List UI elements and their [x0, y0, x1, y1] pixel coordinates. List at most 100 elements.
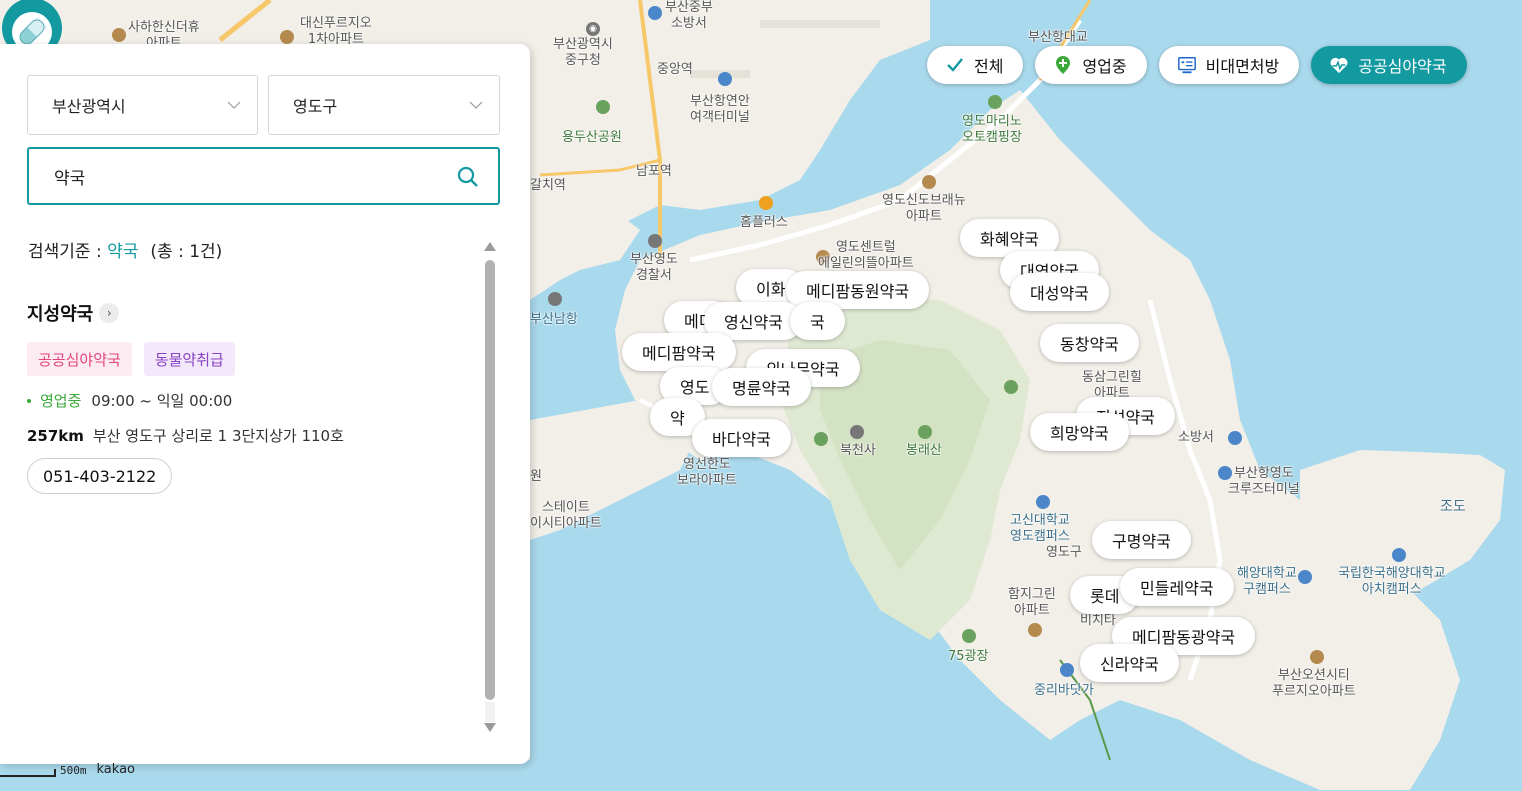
map-place-label: 국립한국해양대학교 아치캠퍼스	[1338, 566, 1446, 597]
scale-bar	[0, 769, 56, 777]
pharmacy-marker[interactable]: 구명약국	[1092, 521, 1191, 559]
scrollbar[interactable]	[483, 240, 497, 732]
map-place-label: 영도마리노 오토캠핑장	[962, 114, 1022, 145]
map-place-label: 소방서	[1178, 430, 1214, 445]
mountain-icon	[918, 425, 932, 439]
map-place-label: 영도센트럴 에일린의뜰아파트	[818, 240, 914, 271]
heart-pulse-icon	[1329, 55, 1349, 75]
map-place-label: 중리바닷가	[1034, 683, 1094, 698]
map-place-label: 부산항영도 크루즈터미널	[1228, 466, 1300, 497]
result-title[interactable]: 지성약국 ›	[27, 300, 467, 326]
scroll-track[interactable]	[485, 702, 495, 722]
map-place-label: 영선한도 보라아파트	[677, 457, 737, 488]
beach-icon	[1060, 663, 1074, 677]
status-badge: 영업중	[40, 392, 82, 410]
scroll-up-icon[interactable]	[484, 242, 496, 251]
map-place-label: 부산항대교	[1028, 30, 1088, 45]
pharmacy-marker[interactable]: 신라약국	[1080, 644, 1179, 682]
kakao-logo: kakao	[96, 762, 136, 777]
map-place-label: 부산남항	[530, 312, 578, 327]
search-criteria: 검색기준 : 약국 (총 : 1건)	[28, 237, 222, 262]
map-place-label: 부산영도 경찰서	[630, 252, 678, 283]
chevron-right-icon[interactable]: ›	[99, 303, 120, 323]
tag-night-pharmacy: 공공심야약국	[27, 342, 132, 376]
university-icon	[1392, 548, 1406, 562]
search-input[interactable]	[54, 166, 434, 186]
map-place-label: 부산오션시티 푸르지오아파트	[1272, 668, 1356, 699]
search-panel: 부산광역시 영도구 검색기준 : 약국 (총 : 1건) 지성약국 › 공공심야약…	[0, 44, 530, 764]
open-plus-icon	[1053, 55, 1073, 75]
harbor-icon	[548, 292, 562, 306]
map-place-label: 홈플러스	[740, 215, 788, 230]
map-place-label: 원	[530, 469, 542, 484]
criteria-prefix: 검색기준 :	[28, 242, 108, 262]
result-tags: 공공심야약국 동물약취급	[27, 342, 467, 376]
chevron-down-icon	[227, 101, 241, 109]
filter-all-button[interactable]: 전체	[927, 46, 1024, 84]
park-icon	[962, 629, 976, 643]
scroll-down-icon[interactable]	[484, 723, 496, 732]
map-place-label: 조도	[1440, 499, 1466, 515]
region-value: 부산광역시	[52, 97, 126, 116]
search-box	[27, 147, 500, 205]
region-select[interactable]: 부산광역시	[27, 75, 258, 135]
pharmacy-marker[interactable]: 대성약국	[1010, 273, 1109, 311]
map-place-label: 중앙역	[657, 62, 693, 77]
apartment-icon	[922, 175, 936, 189]
filter-label: 공공심야약국	[1358, 57, 1447, 76]
pharmacy-marker[interactable]: 동창약국	[1040, 324, 1139, 362]
map-scale: 500m kakao	[0, 762, 135, 777]
check-icon	[945, 55, 965, 75]
criteria-keyword: 약국	[107, 242, 139, 262]
police-icon	[648, 234, 662, 248]
phone-button[interactable]: 051-403-2122	[27, 458, 173, 494]
address-line: 257km 부산 영도구 상리로 1 3단지상가 110호	[27, 425, 467, 446]
pharmacy-marker[interactable]: 국	[790, 302, 845, 340]
map-place-label: 북천사	[840, 443, 876, 458]
park-icon	[596, 100, 610, 114]
university-icon	[1036, 495, 1050, 509]
filter-label: 영업중	[1082, 57, 1127, 76]
map-place-label: 갈치역	[530, 178, 566, 193]
chevron-down-icon	[469, 101, 483, 109]
search-icon[interactable]	[456, 165, 480, 189]
result-item[interactable]: 지성약국 › 공공심야약국 동물약취급 영업중 09:00 ~ 익일 00:00…	[27, 300, 467, 494]
scroll-thumb[interactable]	[485, 260, 495, 700]
ferry-icon	[718, 72, 732, 86]
district-value: 영도구	[293, 97, 338, 116]
park-icon	[1004, 380, 1018, 394]
apartment-icon	[1310, 650, 1324, 664]
tag-animal-medicine: 동물약취급	[143, 342, 235, 376]
status-dot-icon	[27, 398, 31, 403]
map-place-label: 부산항연안 여객터미널	[690, 94, 750, 125]
monitor-icon	[1177, 55, 1197, 75]
district-select[interactable]: 영도구	[268, 75, 500, 135]
map-place-label: 용두산공원	[562, 130, 622, 145]
map-place-label: 해양대학교 구캠퍼스	[1237, 566, 1297, 597]
pharmacy-marker[interactable]: 민들레약국	[1120, 568, 1234, 606]
camping-icon	[988, 95, 1002, 109]
filter-label: 전체	[974, 57, 1004, 76]
pharmacy-name: 지성약국	[27, 304, 94, 325]
business-hours: 영업중 09:00 ~ 익일 00:00	[27, 390, 467, 411]
pharmacy-marker[interactable]: 바다약국	[692, 419, 791, 457]
shopping-icon	[759, 196, 773, 210]
map-place-label: 봉래산	[906, 443, 942, 458]
subway-icon: ◉	[586, 22, 600, 36]
map-place-label: 영도신도브래뉴 아파트	[882, 193, 966, 224]
result-count: (총 : 1건)	[150, 242, 223, 262]
map-place-label: 함지그린 아파트	[1008, 587, 1056, 618]
fire-station-icon	[1228, 431, 1242, 445]
filter-bar: 전체 영업중 비대면처방 공공심야약국	[927, 46, 1467, 84]
filter-open-button[interactable]: 영업중	[1035, 46, 1147, 84]
pharmacy-marker[interactable]: 메디팜약국	[622, 333, 736, 371]
pharmacy-marker[interactable]: 희망약국	[1030, 413, 1129, 451]
map-place-label: 남포역	[636, 164, 672, 179]
filter-label: 비대면처방	[1205, 57, 1280, 76]
pharmacy-marker[interactable]: 명륜약국	[712, 368, 811, 406]
map-place-label: 75광장	[948, 649, 989, 664]
filter-night-pharmacy-button[interactable]: 공공심야약국	[1311, 46, 1467, 84]
address: 부산 영도구 상리로 1 3단지상가 110호	[92, 427, 344, 445]
filter-telemedicine-button[interactable]: 비대면처방	[1158, 46, 1300, 84]
map-place-label: 고신대학교 영도캠퍼스	[1010, 513, 1070, 544]
